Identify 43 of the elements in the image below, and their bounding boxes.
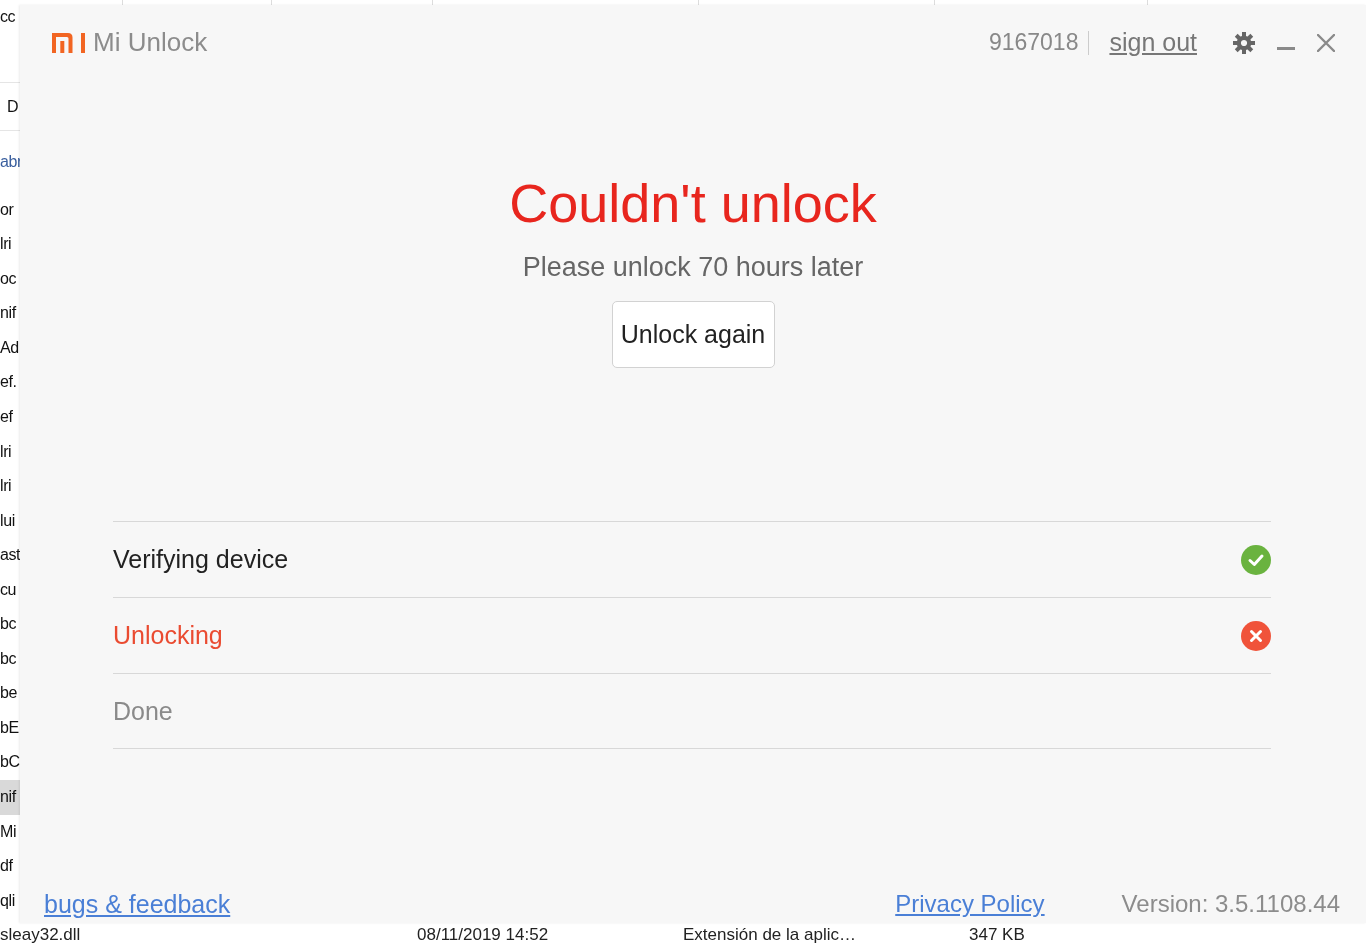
file-row[interactable]: oc bbox=[0, 261, 20, 297]
logo-icon bbox=[52, 32, 85, 53]
modified-date: 08/11/2019 14:52 bbox=[417, 924, 549, 943]
file-row[interactable]: lri bbox=[0, 227, 20, 262]
file-row[interactable]: qli bbox=[0, 883, 20, 919]
file-row[interactable]: lui bbox=[0, 503, 20, 539]
file-row[interactable]: bc bbox=[0, 607, 20, 642]
app-title: Mi Unlock bbox=[93, 27, 208, 58]
account-id: 9167018 bbox=[988, 29, 1079, 56]
version-text: Version: 3.5.1108.44 bbox=[1121, 890, 1340, 918]
file-row[interactable]: Ad bbox=[0, 330, 20, 366]
file-row[interactable]: Mi bbox=[0, 814, 20, 850]
file-name[interactable]: sleay32.dll bbox=[0, 923, 81, 943]
file-row[interactable]: lri bbox=[0, 434, 20, 470]
step-label: Done bbox=[113, 696, 173, 726]
nav-link[interactable]: abr bbox=[0, 152, 22, 171]
privacy-policy-link[interactable]: Privacy Policy bbox=[895, 890, 1045, 918]
file-row[interactable]: df bbox=[0, 849, 20, 884]
file-row[interactable]: bc bbox=[0, 641, 20, 677]
error-heading: Couldn't unlock bbox=[509, 173, 877, 233]
nav-header[interactable]: cc bbox=[0, 6, 16, 28]
file-row[interactable]: or bbox=[0, 192, 20, 228]
step-label: Unlocking bbox=[113, 621, 223, 650]
file-type: Extensión de la aplic… bbox=[683, 924, 856, 943]
file-row[interactable]: bE bbox=[0, 710, 20, 746]
unlock-again-button[interactable]: Unlock again bbox=[611, 301, 775, 368]
file-row[interactable]: nif bbox=[0, 780, 20, 815]
file-row[interactable]: nif bbox=[0, 296, 20, 331]
file-row[interactable]: bC bbox=[0, 745, 20, 780]
close-icon[interactable] bbox=[1317, 33, 1335, 52]
file-size: 347 KB bbox=[969, 924, 1025, 943]
file-row[interactable]: ef bbox=[0, 399, 20, 435]
sign-out-link[interactable]: sign out bbox=[1109, 28, 1197, 57]
column-header[interactable]: D bbox=[7, 97, 19, 116]
file-row[interactable]: be bbox=[0, 676, 20, 711]
feedback-link[interactable]: bugs & feedback bbox=[44, 890, 231, 918]
step-label: Verifying device bbox=[113, 545, 289, 574]
file-row[interactable]: ef. bbox=[0, 365, 20, 400]
settings-icon[interactable] bbox=[1233, 31, 1255, 54]
error-message: Please unlock 70 hours later bbox=[522, 251, 864, 284]
file-row[interactable]: cu bbox=[0, 572, 20, 608]
file-row[interactable]: lri bbox=[0, 469, 20, 504]
file-row[interactable]: ast bbox=[0, 538, 20, 573]
